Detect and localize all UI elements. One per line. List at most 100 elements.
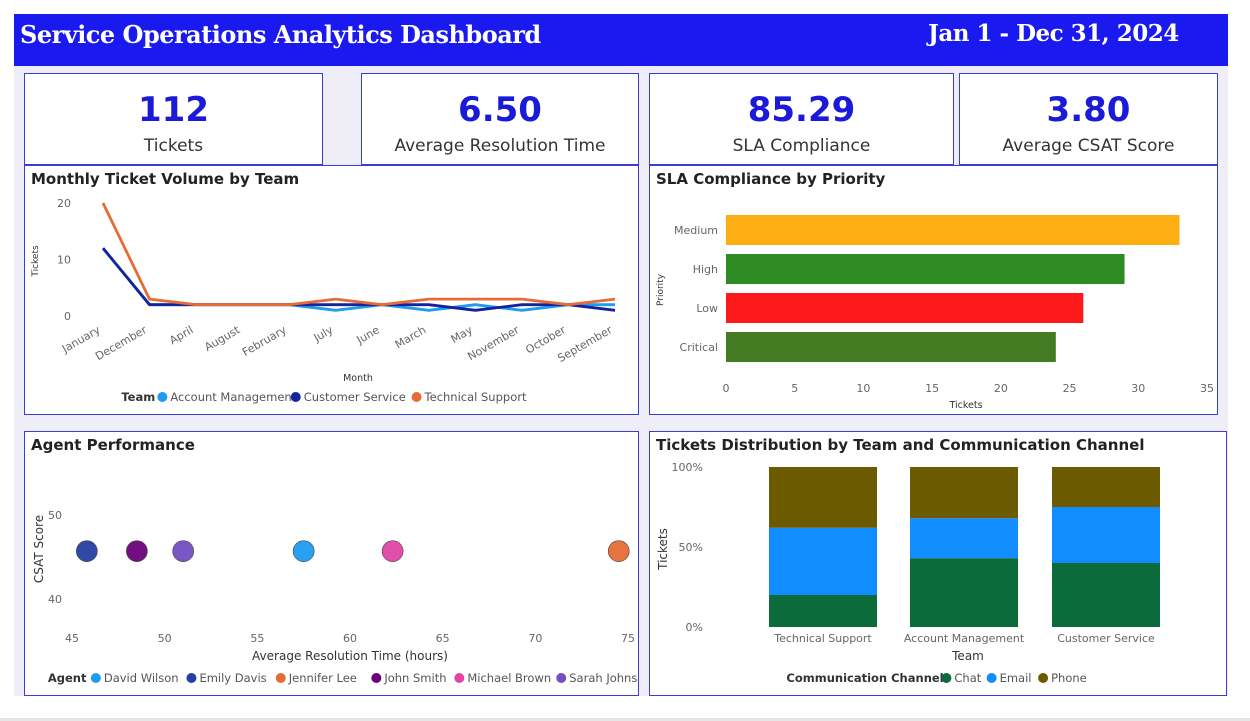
kpi-card-tickets[interactable]: 112 Tickets [24,73,323,165]
legend-marker [986,673,997,683]
x-tick-label: May [449,323,476,346]
scatter-point [607,540,630,562]
stacked-bar-chart: 0% 50% 100% Technical Support Account Manage… [656,461,1160,685]
stacked-segment [1052,563,1160,627]
line-chart-panel[interactable]: Monthly Ticket Volume by Team 0 10 20 Janua… [24,165,639,415]
legend-item: Customer Service [304,390,406,404]
x-axis-title: Month [343,373,373,384]
scatter-point [126,540,148,562]
legend-item: Michael Brown [467,671,551,685]
legend-marker [90,673,101,683]
x-tick-label: March [393,323,429,351]
legend-item: Phone [1051,671,1087,685]
x-tick-label: 15 [925,382,939,395]
y-tick-label: 20 [57,197,71,210]
kpi-label: Tickets [143,136,204,156]
y-axis-title: Priority [656,273,666,306]
legend-title: Agent [48,671,87,685]
y-tick-label: High [693,263,718,276]
legend-title: Team [121,390,155,404]
kpi-label: SLA Compliance [732,136,871,156]
scatter-point [381,540,404,562]
x-tick-label: December [93,323,149,363]
legend-marker [157,392,168,402]
y-tick-label: 50% [679,541,703,554]
x-tick-label: 0 [723,382,730,395]
x-tick-label: 55 [250,632,264,645]
stacked-segment [910,558,1018,627]
kpi-card-sla[interactable]: 85.29 SLA Compliance [649,73,954,165]
legend-item: Technical Support [424,390,527,404]
kpi-value: 6.50 [458,90,542,130]
y-tick-label: 0% [686,621,703,634]
scatter-chart: 40 50 45 50 55 60 65 70 75 Average Resolution Tim… [32,509,638,685]
x-tick-label: 10 [856,382,870,395]
y-tick-label: 40 [48,593,62,606]
y-tick-label: Critical [680,341,718,354]
x-tick-label: Account Management [904,632,1025,645]
dashboard-title: Service Operations Analytics Dashboard [20,20,541,49]
line-chart: 01020JanuaryDecember April AugustFebruary J… [31,197,616,404]
legend-item: Sarah Johnson [569,671,638,685]
x-tick-label: 5 [791,382,798,395]
legend-marker [411,392,422,402]
x-tick-label: August [202,323,242,354]
bar [726,293,1084,323]
scatter-point [172,540,194,562]
stacked-segment [769,467,877,528]
bar-chart-panel[interactable]: SLA Compliance by Priority Medium High Low… [649,165,1218,415]
legend-item: Chat [954,671,981,685]
legend-title: Communication Channel [786,671,943,685]
kpi-card-csat[interactable]: 3.80 Average CSAT Score [959,73,1218,165]
stacked-segment [1052,507,1160,563]
x-tick-label: February [240,323,289,359]
y-tick-label: 10 [57,254,71,267]
date-range: Jan 1 - Dec 31, 2024 [928,20,1179,47]
legend-marker [290,392,301,402]
stacked-segment [910,518,1018,559]
legend-marker [275,673,286,683]
legend-marker [556,673,567,683]
y-axis-title: CSAT Score [32,515,46,583]
legend-marker [1038,673,1049,683]
x-tick-label: November [465,323,521,363]
x-tick-label: 60 [343,632,357,645]
kpi-label: Average Resolution Time [394,136,606,156]
scatter-chart-panel[interactable]: Agent Performance 40 50 45 50 55 60 65 70 75 Aver… [24,431,639,696]
y-tick-label: 50 [48,509,62,522]
stacked-segment [1052,467,1160,507]
legend-marker [941,673,952,683]
x-axis-title: Team [951,649,984,663]
kpi-label: Average CSAT Score [1002,136,1175,156]
x-tick-label: April [167,323,195,347]
scatter-point [292,540,315,562]
x-tick-label: 75 [621,632,635,645]
series-line [101,202,616,307]
x-tick-label: 30 [1131,382,1145,395]
x-tick-label: 25 [1063,382,1077,395]
legend-item: David Wilson [104,671,179,685]
y-tick-label: 0 [64,310,71,323]
bar-chart: Medium High Low Critical 0 5 10 15 20 25 30 35 Ticke… [656,215,1214,411]
y-tick-label: 100% [672,461,703,474]
legend-item: Email [1000,671,1032,685]
x-tick-label: 65 [436,632,450,645]
scatter-point [76,540,98,562]
x-tick-label: 70 [528,632,542,645]
stacked-segment [769,527,877,595]
x-tick-label: 50 [158,632,172,645]
bar [726,254,1125,284]
stacked-segment [910,467,1018,519]
legend-item: Emily Davis [199,671,266,685]
y-tick-label: Low [696,302,718,315]
y-axis-title: Tickets [31,245,41,278]
x-axis-title: Average Resolution Time (hours) [252,649,448,663]
kpi-card-avg-resolution[interactable]: 6.50 Average Resolution Time [361,73,639,165]
stacked-chart-panel[interactable]: Tickets Distribution by Team and Communi… [649,431,1227,696]
x-tick-label: 35 [1200,382,1214,395]
legend-marker [371,673,382,683]
bar [726,332,1056,362]
y-axis-title: Tickets [656,528,670,571]
legend-marker [454,673,465,683]
bar [726,215,1180,245]
